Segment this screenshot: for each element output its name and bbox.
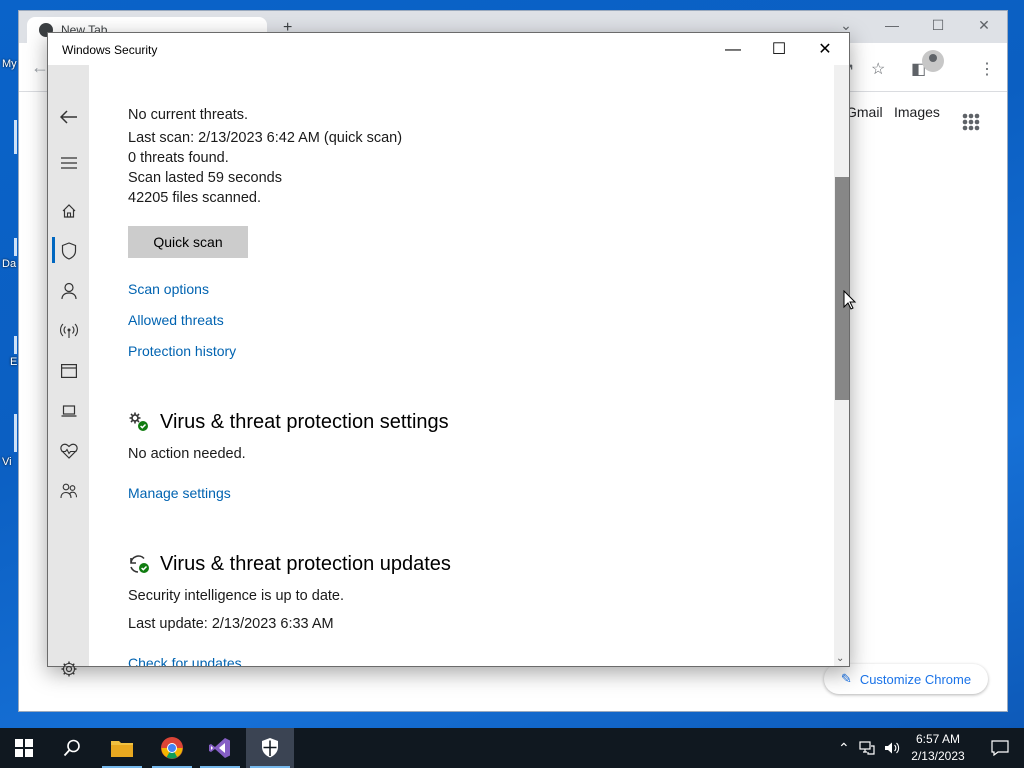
bookmark-star-icon[interactable]: ☆ — [871, 59, 885, 79]
search-icon — [63, 739, 80, 757]
close-icon[interactable]: ✕ — [969, 17, 999, 34]
scan-options-link[interactable]: Scan options — [128, 281, 209, 297]
scan-duration-text: Scan lasted 59 seconds — [128, 170, 282, 186]
folder-icon — [111, 741, 133, 757]
title-bar: Windows Security — ☐ ✕ — [48, 33, 849, 65]
network-icon[interactable] — [859, 741, 875, 755]
desktop-icon-strip — [14, 238, 17, 256]
pencil-icon: ✎ — [840, 671, 852, 686]
desktop-icon-label[interactable]: My — [2, 58, 17, 70]
volume-icon[interactable] — [884, 741, 900, 755]
file-explorer-button[interactable] — [98, 728, 146, 768]
threat-status-text: No current threats. — [128, 107, 249, 123]
files-scanned-text: 42205 files scanned. — [128, 190, 262, 206]
profile-avatar[interactable] — [922, 50, 944, 72]
taskbar-clock[interactable]: 6:57 AM 2/13/2023 — [900, 731, 976, 765]
show-hidden-icons-chevron-icon[interactable]: ⌃ — [838, 740, 850, 757]
gmail-link[interactable]: Gmail — [846, 104, 883, 120]
desktop-icon-label[interactable]: E — [10, 356, 17, 368]
allowed-threats-link[interactable]: Allowed threats — [128, 312, 224, 328]
back-arrow-icon[interactable] — [54, 103, 84, 131]
windows-security-taskbar-button[interactable] — [246, 728, 294, 768]
window-title: Windows Security — [62, 43, 158, 57]
google-apps-icon[interactable] — [962, 113, 980, 131]
desktop-icon-label[interactable]: Vi — [2, 456, 12, 468]
person-icon[interactable] — [54, 277, 84, 305]
family-icon[interactable] — [54, 477, 84, 505]
close-icon[interactable]: ✕ — [802, 37, 848, 63]
customize-chrome-label: Customize Chrome — [859, 671, 972, 687]
app-browser-icon[interactable] — [54, 357, 84, 385]
desktop-icon-strip — [14, 336, 17, 354]
hamburger-menu-icon[interactable] — [54, 149, 84, 177]
customize-chrome-button[interactable]: ✎ Customize Chrome — [824, 664, 988, 694]
minimize-icon[interactable]: — — [710, 37, 756, 63]
system-tray: ⌃ — [838, 728, 900, 768]
clock-date: 2/13/2023 — [911, 749, 965, 763]
check-for-updates-link[interactable]: Check for updates — [128, 655, 242, 666]
home-icon[interactable] — [54, 197, 84, 225]
last-scan-text: Last scan: 2/13/2023 6:42 AM (quick scan… — [128, 130, 403, 146]
navigation-pane — [48, 65, 89, 677]
mouse-cursor-icon — [843, 290, 857, 310]
visual-studio-icon — [209, 738, 230, 758]
quick-scan-button[interactable]: Quick scan — [128, 226, 248, 258]
desktop-icon-label[interactable]: Da — [2, 258, 16, 270]
taskbar: ⌃ 6:57 AM 2/13/2023 — [0, 728, 1024, 768]
vertical-scrollbar[interactable]: ⌄ — [834, 65, 849, 666]
windows-logo-icon — [15, 739, 33, 757]
settings-gears-icon — [128, 411, 150, 433]
visual-studio-button[interactable] — [196, 728, 244, 768]
content-area: No current threats. Last scan: 2/13/2023… — [89, 65, 834, 666]
maximize-icon[interactable]: ☐ — [756, 37, 802, 63]
protection-history-link[interactable]: Protection history — [128, 343, 236, 359]
chrome-taskbar-button[interactable] — [148, 728, 196, 768]
threats-found-text: 0 threats found. — [128, 150, 229, 166]
updates-section-heading: Virus & threat protection updates — [160, 553, 451, 575]
search-button[interactable] — [48, 728, 96, 768]
update-refresh-icon — [128, 553, 150, 575]
manage-settings-link[interactable]: Manage settings — [128, 485, 231, 501]
settings-gear-icon[interactable] — [54, 655, 84, 683]
minimize-icon[interactable]: — — [877, 17, 907, 33]
laptop-icon[interactable] — [54, 397, 84, 425]
windows-security-window: Windows Security — ☐ ✕ No current threat… — [47, 32, 850, 677]
heart-health-icon[interactable] — [54, 437, 84, 465]
settings-section-heading: Virus & threat protection settings — [160, 411, 449, 433]
desktop-icon-strip — [14, 120, 17, 154]
settings-status-text: No action needed. — [128, 446, 246, 462]
action-center-button[interactable] — [976, 728, 1024, 768]
scrollbar-thumb[interactable] — [835, 177, 849, 400]
wireless-icon[interactable] — [54, 317, 84, 345]
clock-time: 6:57 AM — [915, 732, 961, 746]
updates-status-text: Security intelligence is up to date. — [128, 588, 345, 604]
chrome-logo-icon — [161, 737, 183, 759]
start-button[interactable] — [0, 728, 48, 768]
maximize-icon[interactable]: ☐ — [923, 17, 953, 34]
notification-icon — [991, 740, 1009, 756]
images-link[interactable]: Images — [894, 104, 940, 120]
scroll-down-arrow-icon[interactable]: ⌄ — [836, 653, 844, 664]
last-update-text: Last update: 2/13/2023 6:33 AM — [128, 616, 334, 632]
more-menu-icon[interactable]: ⋮ — [979, 59, 995, 79]
desktop-icon-strip — [14, 414, 17, 452]
shield-icon[interactable] — [54, 237, 84, 265]
security-shield-icon — [262, 738, 278, 758]
